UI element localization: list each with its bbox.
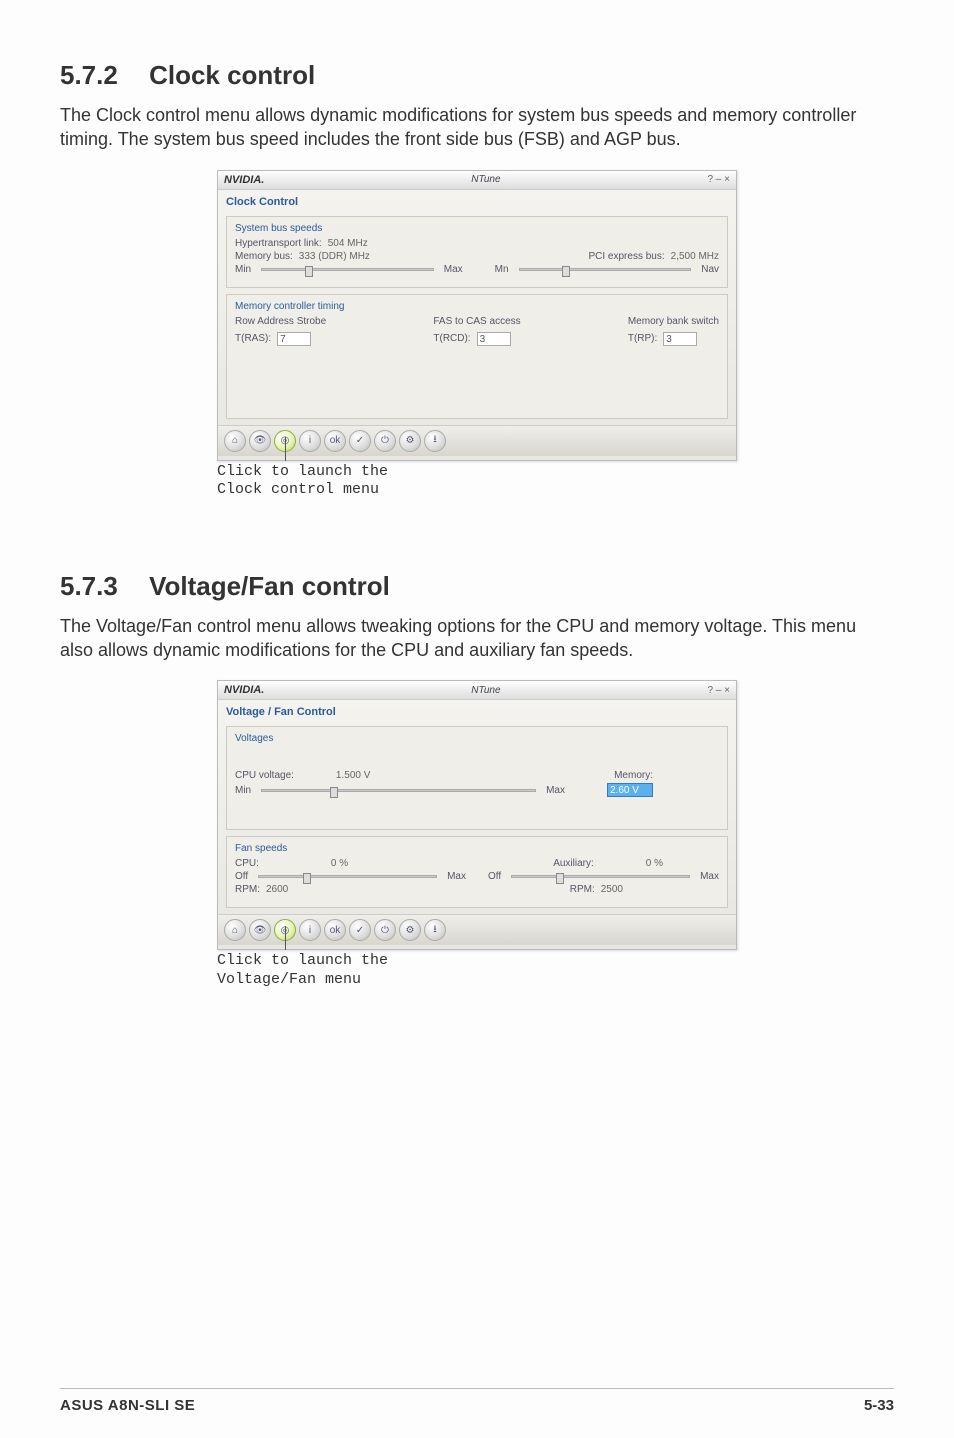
- heading-title: Voltage/Fan control: [149, 571, 390, 601]
- cpu-fan-slider[interactable]: [258, 875, 437, 878]
- memory-voltage-select[interactable]: 2.60 V: [607, 783, 653, 797]
- app-name: NTune: [471, 685, 500, 696]
- nav-home-button[interactable]: ⌂: [224, 919, 246, 941]
- slider-max-label: Max: [546, 785, 565, 796]
- voltage-caption: Click to launch the Voltage/Fan menu: [217, 952, 517, 990]
- brand-logo: NVIDIA.: [224, 174, 264, 186]
- cpu-rpm-value: 2600: [266, 884, 288, 895]
- page-footer: ASUS A8N-SLI SE 5-33: [60, 1388, 894, 1414]
- memory-bus-value: 333 (DDR) MHz: [299, 251, 370, 262]
- bank-label: Memory bank switch: [628, 316, 719, 327]
- cpu-voltage-value: 1.500 V: [336, 770, 370, 781]
- voltage-screenshot: NVIDIA. NTune ? – × Voltage / Fan Contro…: [217, 680, 737, 950]
- ht-link-label: Hypertransport link:: [235, 238, 322, 249]
- nav-info-button[interactable]: i: [299, 430, 321, 452]
- nav-check-button[interactable]: ✓: [349, 430, 371, 452]
- memory-bus-label: Memory bus:: [235, 251, 293, 262]
- aux-fan-label: Auxiliary:: [553, 858, 594, 869]
- cpu-voltage-slider[interactable]: [261, 789, 536, 792]
- clock-screenshot: NVIDIA. NTune ? – × Clock Control System…: [217, 170, 737, 461]
- aux-rpm-value: 2500: [601, 884, 623, 895]
- nav-info-button[interactable]: i: [299, 919, 321, 941]
- nav-disk-button[interactable]: ⭳: [424, 430, 446, 452]
- heading-number: 5.7.2: [60, 60, 118, 91]
- nav-toolbar: ⌂ 👁 ◎ i ok ✓ ⏻ ⚙ ⭳: [218, 425, 736, 456]
- slider-mn-label: Mn: [495, 264, 509, 275]
- fas-label: FAS to CAS access: [433, 316, 520, 327]
- heading-title: Clock control: [149, 60, 315, 90]
- slider-max-label: Max: [444, 264, 463, 275]
- cpu-fan-label: CPU:: [235, 858, 259, 869]
- heading-voltage-control: 5.7.3 Voltage/Fan control: [60, 571, 894, 602]
- aux-fan-pct: 0 %: [646, 858, 663, 869]
- slider-nav-label: Nav: [701, 264, 719, 275]
- nav-check-button[interactable]: ✓: [349, 919, 371, 941]
- titlebar: NVIDIA. NTune ? – ×: [218, 171, 736, 190]
- bus-speed-slider[interactable]: [261, 268, 434, 271]
- page-label: Clock Control: [218, 190, 736, 210]
- ras-label: Row Address Strobe: [235, 316, 326, 327]
- slider-off-label: Off: [235, 871, 248, 882]
- window-controls[interactable]: ? – ×: [707, 685, 730, 696]
- product-name: ASUS A8N-SLI SE: [60, 1397, 195, 1414]
- nav-ok-button[interactable]: ok: [324, 919, 346, 941]
- rp-select[interactable]: 3: [663, 332, 697, 346]
- ras-select[interactable]: 7: [277, 332, 311, 346]
- rcd-field-label: T(RCD):: [433, 333, 470, 344]
- cpu-fan-pct: 0 %: [331, 858, 348, 869]
- heading-number: 5.7.3: [60, 571, 118, 602]
- ntune-voltage-window: NVIDIA. NTune ? – × Voltage / Fan Contro…: [217, 680, 737, 950]
- window-controls[interactable]: ? – ×: [707, 174, 730, 185]
- panel-legend: Voltages: [235, 733, 719, 744]
- rp-field-label: T(RP):: [628, 333, 657, 344]
- aux-fan-slider[interactable]: [511, 875, 690, 878]
- clock-caption: Click to launch the Clock control menu: [217, 463, 517, 501]
- slider-max-label-aux: Max: [700, 871, 719, 882]
- nav-eye-button[interactable]: 👁: [249, 919, 271, 941]
- nav-ok-button[interactable]: ok: [324, 430, 346, 452]
- titlebar: NVIDIA. NTune ? – ×: [218, 681, 736, 700]
- ntune-clock-window: NVIDIA. NTune ? – × Clock Control System…: [217, 170, 737, 461]
- ras-field-label: T(RAS):: [235, 333, 271, 344]
- pci-speed-slider[interactable]: [519, 268, 692, 271]
- nav-power-button[interactable]: ⏻: [374, 430, 396, 452]
- nav-gear-button[interactable]: ⚙: [399, 430, 421, 452]
- clock-paragraph: The Clock control menu allows dynamic mo…: [60, 103, 894, 152]
- aux-rpm-label: RPM:: [570, 884, 595, 895]
- memory-voltage-label: Memory:: [614, 770, 653, 781]
- heading-clock-control: 5.7.2 Clock control: [60, 60, 894, 91]
- nav-gear-button[interactable]: ⚙: [399, 919, 421, 941]
- section-clock: 5.7.2 Clock control The Clock control me…: [60, 60, 894, 525]
- voltage-paragraph: The Voltage/Fan control menu allows twea…: [60, 614, 894, 663]
- section-voltage: 5.7.3 Voltage/Fan control The Voltage/Fa…: [60, 571, 894, 951]
- slider-max-label: Max: [447, 871, 466, 882]
- voltages-panel: Voltages CPU voltage: 1.500 V Memory: Mi…: [226, 726, 728, 830]
- slider-min-label: Min: [235, 264, 251, 275]
- rcd-select[interactable]: 3: [477, 332, 511, 346]
- nav-disk-button[interactable]: ⭳: [424, 919, 446, 941]
- panel-legend: System bus speeds: [235, 223, 719, 234]
- panel-legend: Fan speeds: [235, 843, 719, 854]
- cpu-voltage-label: CPU voltage:: [235, 770, 294, 781]
- page-label: Voltage / Fan Control: [218, 700, 736, 720]
- pointer-line: [285, 437, 286, 461]
- panel-legend: Memory controller timing: [235, 301, 719, 312]
- pci-express-value: 2,500 MHz: [671, 251, 719, 262]
- pointer-line: [285, 926, 286, 950]
- brand-logo: NVIDIA.: [224, 684, 264, 696]
- app-name: NTune: [471, 174, 500, 185]
- cpu-rpm-label: RPM:: [235, 884, 260, 895]
- pci-express-label: PCI express bus:: [588, 251, 664, 262]
- fan-speeds-panel: Fan speeds CPU: 0 % Auxiliary: 0 % Off M…: [226, 836, 728, 908]
- page-number: 5-33: [864, 1397, 894, 1414]
- nav-eye-button[interactable]: 👁: [249, 430, 271, 452]
- nav-power-button[interactable]: ⏻: [374, 919, 396, 941]
- ht-link-value: 504 MHz: [328, 238, 368, 249]
- nav-home-button[interactable]: ⌂: [224, 430, 246, 452]
- slider-min-label: Min: [235, 785, 251, 796]
- slider-off-label-aux: Off: [488, 871, 501, 882]
- memory-controller-timing-panel: Memory controller timing Row Address Str…: [226, 294, 728, 419]
- system-bus-speeds-panel: System bus speeds Hypertransport link: 5…: [226, 216, 728, 288]
- nav-toolbar: ⌂ 👁 ◎ i ok ✓ ⏻ ⚙ ⭳: [218, 914, 736, 945]
